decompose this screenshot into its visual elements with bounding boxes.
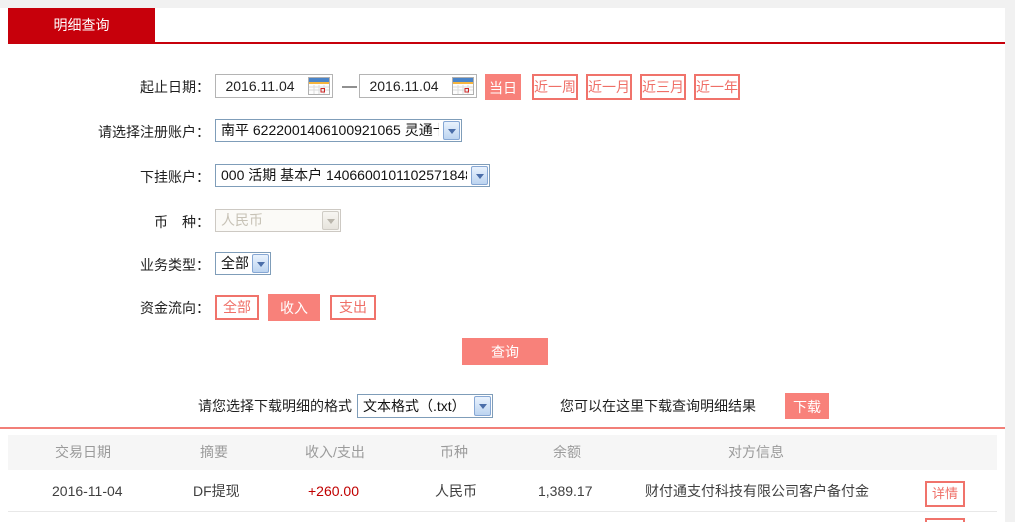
calendar-icon[interactable] [308, 77, 330, 95]
date-from-input[interactable] [216, 75, 304, 97]
query-button[interactable]: 查询 [462, 338, 548, 365]
fund-flow-label: 资金流向： [140, 300, 210, 316]
chevron-down-icon [252, 254, 269, 273]
chevron-down-icon [322, 211, 339, 230]
business-type-label: 业务类型： [140, 257, 210, 273]
col-header-summary: 摘要 [200, 444, 228, 460]
flow-income-button[interactable]: 收入 [268, 294, 320, 321]
chevron-down-icon [471, 166, 488, 185]
download-hint: 您可以在这里下载查询明细结果 [560, 398, 756, 414]
currency-label: 币 种： [154, 214, 210, 230]
download-format-select[interactable]: 文本格式（.txt） [357, 394, 493, 418]
quick-range-3months-button[interactable]: 近三月 [640, 74, 686, 100]
tab-detail-query[interactable]: 明细查询 [8, 8, 155, 42]
date-to-input[interactable] [360, 75, 448, 97]
business-type-select[interactable]: 全部 [215, 252, 271, 275]
date-range-label: 起止日期： [140, 79, 210, 95]
date-to-field [359, 74, 477, 98]
register-account-label: 请选择注册账户： [98, 124, 210, 140]
table-row: 2016-11-04 DF提现 +260.00 人民币 1,389.17 财付通… [8, 470, 997, 512]
sub-account-value: 000 活期 基本户 1406600101102571848 [221, 167, 467, 183]
detail-button-partial[interactable] [925, 518, 965, 522]
col-header-balance: 余额 [553, 444, 581, 460]
flow-expense-button[interactable]: 支出 [330, 295, 376, 320]
business-type-value: 全部 [221, 255, 248, 271]
tab-underline [8, 42, 1005, 44]
currency-value: 人民币 [221, 212, 263, 228]
detail-query-panel: 明细查询 起止日期： — [0, 8, 1005, 522]
col-header-date: 交易日期 [55, 444, 111, 460]
date-from-field [215, 74, 333, 98]
cell-balance: 1,389.17 [538, 483, 593, 499]
sub-account-select[interactable]: 000 活期 基本户 1406600101102571848 [215, 164, 490, 187]
quick-range-week-button[interactable]: 近一周 [532, 74, 578, 100]
cell-summary: DF提现 [193, 483, 240, 499]
table-header: 交易日期 摘要 收入/支出 币种 余额 对方信息 [8, 435, 997, 470]
flow-all-button[interactable]: 全部 [215, 295, 259, 320]
cell-amount: +260.00 [308, 483, 359, 499]
quick-range-today-button[interactable]: 当日 [485, 74, 521, 100]
cell-currency: 人民币 [435, 483, 477, 499]
currency-select: 人民币 [215, 209, 341, 232]
download-button[interactable]: 下载 [785, 393, 829, 419]
sub-account-label: 下挂账户： [140, 169, 210, 185]
cell-counterparty: 财付通支付科技有限公司客户备付金 [645, 483, 869, 499]
download-format-label: 请您选择下载明细的格式 [198, 398, 352, 414]
download-section-divider [0, 427, 1005, 429]
chevron-down-icon [474, 396, 491, 416]
quick-range-year-button[interactable]: 近一年 [694, 74, 740, 100]
col-header-currency: 币种 [440, 444, 468, 460]
calendar-icon[interactable] [452, 77, 474, 95]
date-range-separator: — [342, 78, 357, 95]
table-row-partial [8, 513, 997, 522]
chevron-down-icon [443, 121, 460, 140]
col-header-amount: 收入/支出 [305, 444, 365, 460]
cell-date: 2016-11-04 [52, 483, 123, 499]
download-format-value: 文本格式（.txt） [363, 398, 466, 414]
detail-query-page: 明细查询 起止日期： — [0, 0, 1015, 522]
detail-button[interactable]: 详情 [925, 481, 965, 507]
register-account-select[interactable]: 南平 6222001406100921065 灵通卡 [215, 119, 462, 142]
register-account-value: 南平 6222001406100921065 灵通卡 [221, 122, 439, 138]
col-header-counterparty: 对方信息 [728, 444, 784, 460]
quick-range-month-button[interactable]: 近一月 [586, 74, 632, 100]
